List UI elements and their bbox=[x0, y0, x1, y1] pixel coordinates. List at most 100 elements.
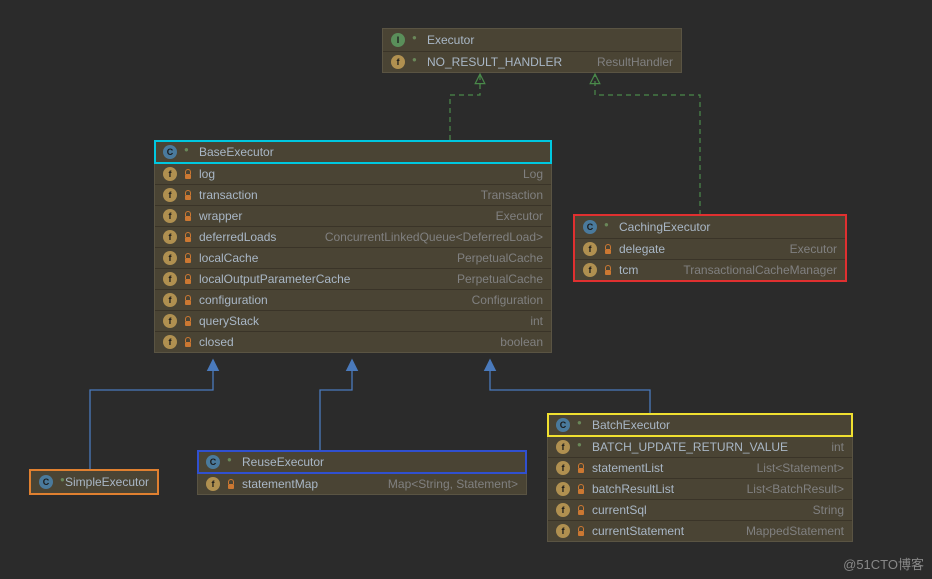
public-icon bbox=[603, 222, 613, 232]
member-type: String bbox=[801, 503, 844, 517]
node-header: C BatchExecutor bbox=[548, 414, 852, 436]
member-row: f configuration Configuration bbox=[155, 289, 551, 310]
member-row: fcurrentStatementMappedStatement bbox=[548, 520, 852, 541]
node-simple-executor[interactable]: C SimpleExecutor bbox=[30, 470, 158, 494]
node-caching-executor[interactable]: C CachingExecutor fdelegateExecutorftcmT… bbox=[574, 215, 846, 281]
lock-icon bbox=[183, 274, 193, 284]
member-type: Executor bbox=[778, 242, 837, 256]
lock-icon bbox=[183, 316, 193, 326]
member-row: fdelegateExecutor bbox=[575, 238, 845, 259]
field-icon: f bbox=[163, 251, 177, 265]
member-row: f tcm TransactionalCacheManager bbox=[575, 259, 845, 280]
class-title: SimpleExecutor bbox=[65, 475, 149, 489]
class-title: BaseExecutor bbox=[199, 145, 274, 159]
class-title: BatchExecutor bbox=[592, 418, 670, 432]
member-type: ConcurrentLinkedQueue<DeferredLoad> bbox=[313, 230, 543, 244]
node-header: C SimpleExecutor bbox=[31, 471, 157, 493]
member-type: Map<String, Statement> bbox=[376, 477, 518, 491]
field-icon: f bbox=[583, 263, 597, 277]
lock-icon bbox=[183, 295, 193, 305]
lock-icon bbox=[603, 244, 613, 254]
member-type: int bbox=[518, 314, 543, 328]
member-type: Executor bbox=[484, 209, 543, 223]
public-icon bbox=[226, 457, 236, 467]
node-reuse-executor[interactable]: C ReuseExecutor f statementMap Map<String,… bbox=[197, 450, 527, 495]
lock-icon bbox=[603, 265, 613, 275]
member-type: MappedStatement bbox=[734, 524, 844, 538]
member-type: List<Statement> bbox=[745, 461, 844, 475]
member-name: statementList bbox=[592, 461, 663, 475]
member-name: tcm bbox=[619, 263, 638, 277]
member-type: PerpetualCache bbox=[445, 272, 543, 286]
lock-icon bbox=[576, 484, 586, 494]
field-icon: f bbox=[163, 272, 177, 286]
field-icon: f bbox=[163, 167, 177, 181]
watermark-text: @51CTO博客 bbox=[843, 554, 924, 573]
member-type: PerpetualCache bbox=[445, 251, 543, 265]
member-row: fclosedboolean bbox=[155, 331, 551, 352]
public-icon bbox=[411, 57, 421, 67]
class-icon: C bbox=[163, 145, 177, 159]
member-name: localCache bbox=[199, 251, 258, 265]
lock-icon bbox=[576, 463, 586, 473]
member-name: currentSql bbox=[592, 503, 647, 517]
class-title: ReuseExecutor bbox=[242, 455, 324, 469]
node-header: C BaseExecutor bbox=[155, 141, 551, 163]
member-name: deferredLoads bbox=[199, 230, 276, 244]
field-icon: f bbox=[556, 461, 570, 475]
member-name: localOutputParameterCache bbox=[199, 272, 350, 286]
field-icon: f bbox=[163, 209, 177, 223]
member-type: TransactionalCacheManager bbox=[671, 263, 837, 277]
node-header: C CachingExecutor bbox=[575, 216, 845, 238]
member-row: f BATCH_UPDATE_RETURN_VALUE int bbox=[548, 436, 852, 457]
field-icon: f bbox=[556, 524, 570, 538]
field-icon: f bbox=[556, 440, 570, 454]
class-icon: C bbox=[583, 220, 597, 234]
member-name: wrapper bbox=[199, 209, 242, 223]
public-icon bbox=[411, 35, 421, 45]
member-type: ResultHandler bbox=[585, 55, 673, 69]
lock-icon bbox=[576, 505, 586, 515]
public-icon bbox=[576, 420, 586, 430]
class-title: Executor bbox=[427, 33, 474, 47]
member-row: f statementMap Map<String, Statement> bbox=[198, 473, 526, 494]
member-type: Log bbox=[511, 167, 543, 181]
member-type: int bbox=[819, 440, 844, 454]
node-batch-executor[interactable]: C BatchExecutor f BATCH_UPDATE_RETURN_VAL… bbox=[547, 413, 853, 542]
lock-icon bbox=[183, 337, 193, 347]
member-name: BATCH_UPDATE_RETURN_VALUE bbox=[592, 440, 788, 454]
field-icon: f bbox=[556, 503, 570, 517]
field-icon: f bbox=[163, 335, 177, 349]
member-name: NO_RESULT_HANDLER bbox=[427, 55, 562, 69]
class-icon: C bbox=[206, 455, 220, 469]
class-title: CachingExecutor bbox=[619, 220, 710, 234]
lock-icon bbox=[183, 190, 193, 200]
lock-icon bbox=[226, 479, 236, 489]
field-icon: f bbox=[583, 242, 597, 256]
member-name: statementMap bbox=[242, 477, 318, 491]
class-icon: C bbox=[556, 418, 570, 432]
member-row: f localCache PerpetualCache bbox=[155, 247, 551, 268]
member-row: fqueryStackint bbox=[155, 310, 551, 331]
field-icon: f bbox=[206, 477, 220, 491]
node-executor[interactable]: I Executor f NO_RESULT_HANDLER ResultHan… bbox=[382, 28, 682, 73]
member-type: List<BatchResult> bbox=[735, 482, 844, 496]
public-icon bbox=[576, 442, 586, 452]
public-icon bbox=[183, 147, 193, 157]
member-name: log bbox=[199, 167, 215, 181]
node-base-executor[interactable]: C BaseExecutor flogLogftransactionTransa… bbox=[154, 140, 552, 353]
field-icon: f bbox=[163, 293, 177, 307]
member-name: configuration bbox=[199, 293, 268, 307]
field-icon: f bbox=[391, 55, 405, 69]
member-row: f wrapper Executor bbox=[155, 205, 551, 226]
lock-icon bbox=[183, 169, 193, 179]
member-row: f statementList List<Statement> bbox=[548, 457, 852, 478]
member-type: Configuration bbox=[460, 293, 543, 307]
field-icon: f bbox=[163, 188, 177, 202]
member-row: f log Log bbox=[155, 163, 551, 184]
member-row: f NO_RESULT_HANDLER ResultHandler bbox=[383, 51, 681, 72]
node-header: I Executor bbox=[383, 29, 681, 51]
lock-icon bbox=[576, 526, 586, 536]
lock-icon bbox=[183, 211, 193, 221]
member-row: f currentSql String bbox=[548, 499, 852, 520]
